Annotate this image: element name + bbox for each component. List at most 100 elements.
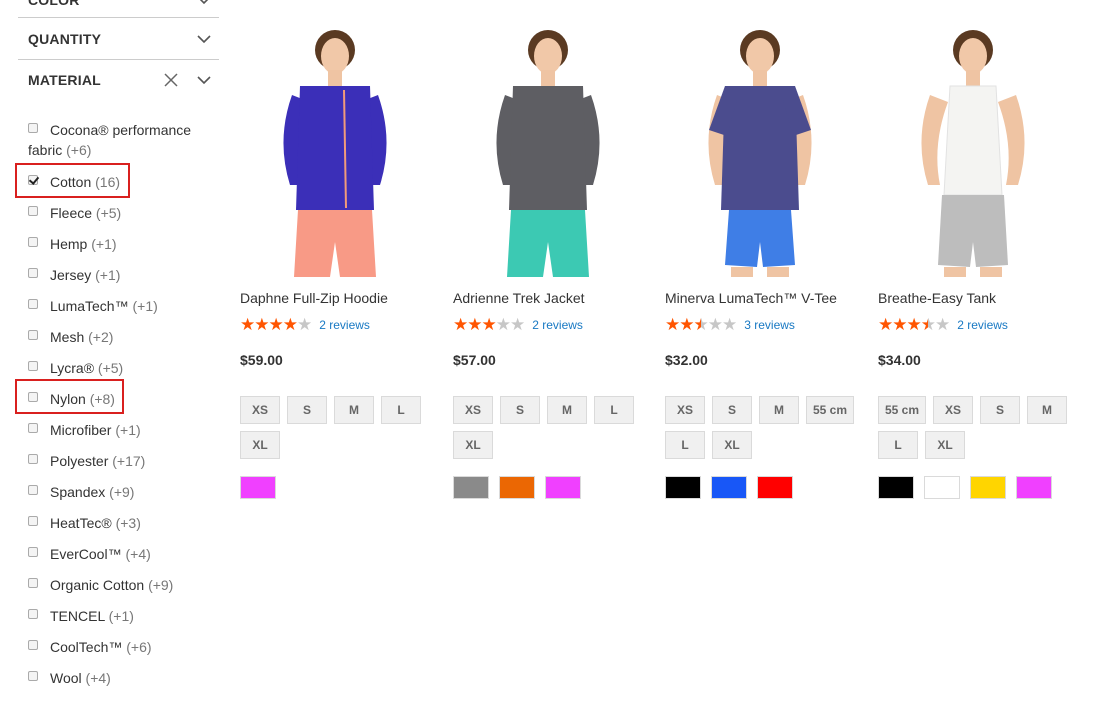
material-option[interactable]: Organic Cotton (+9) xyxy=(28,575,173,595)
material-option-count: (+5) xyxy=(97,360,124,376)
chevron-down-icon[interactable] xyxy=(197,34,211,44)
checkbox[interactable] xyxy=(28,609,38,619)
filter-material[interactable]: MATERIAL xyxy=(18,60,219,100)
size-option[interactable]: XL xyxy=(925,431,965,459)
filter-color[interactable]: COLOR xyxy=(18,0,219,18)
color-swatch[interactable] xyxy=(711,476,747,499)
model-photo xyxy=(878,20,1068,277)
checkbox[interactable] xyxy=(28,361,38,371)
checkbox[interactable] xyxy=(28,671,38,681)
material-option[interactable]: LumaTech™ (+1) xyxy=(28,296,158,316)
reviews-link[interactable]: 2 reviews xyxy=(532,318,583,332)
checkbox[interactable] xyxy=(28,423,38,433)
size-option[interactable]: M xyxy=(334,396,374,424)
product-rating: ★ ★ ★ ★ ★ 2 reviews xyxy=(878,316,1008,333)
color-swatch[interactable] xyxy=(499,476,535,499)
product-name[interactable]: Adrienne Trek Jacket xyxy=(453,290,585,306)
material-option[interactable]: Spandex (+9) xyxy=(28,482,134,502)
size-option[interactable]: XS xyxy=(933,396,974,424)
checkbox[interactable] xyxy=(28,299,38,309)
material-option[interactable]: Mesh (+2) xyxy=(28,327,113,347)
checkbox[interactable] xyxy=(28,485,38,495)
checkbox[interactable] xyxy=(28,516,38,526)
size-option[interactable]: XL xyxy=(240,431,280,459)
checkbox[interactable] xyxy=(28,547,38,557)
checkbox[interactable] xyxy=(28,123,38,133)
color-swatch[interactable] xyxy=(545,476,581,499)
filter-quantity[interactable]: QUANTITY xyxy=(18,18,219,60)
material-option[interactable]: Hemp (+1) xyxy=(28,234,117,254)
material-option[interactable]: Polyester (+17) xyxy=(28,451,145,471)
checkbox[interactable] xyxy=(28,206,38,216)
size-option[interactable]: 55 cm xyxy=(806,396,855,424)
color-swatch[interactable] xyxy=(970,476,1006,499)
product-name[interactable]: Daphne Full-Zip Hoodie xyxy=(240,290,388,306)
size-option[interactable]: XL xyxy=(453,431,493,459)
size-option[interactable]: L xyxy=(381,396,421,424)
checkbox[interactable] xyxy=(28,454,38,464)
size-option[interactable]: L xyxy=(665,431,705,459)
size-option[interactable]: 55 cm xyxy=(878,396,927,424)
material-option-name: Fleece xyxy=(50,205,93,221)
material-option-count: (+4) xyxy=(125,546,151,562)
size-options: XS S M 55 cm L XL xyxy=(665,396,865,459)
material-option-name: Jersey xyxy=(50,267,92,283)
size-option[interactable]: XS xyxy=(665,396,705,424)
reviews-link[interactable]: 3 reviews xyxy=(744,318,795,332)
close-icon[interactable] xyxy=(163,72,179,88)
chevron-down-icon[interactable] xyxy=(197,0,211,5)
size-option[interactable]: XL xyxy=(712,431,752,459)
material-option-count: (+1) xyxy=(91,236,117,252)
size-option[interactable]: L xyxy=(878,431,918,459)
chevron-down-icon[interactable] xyxy=(197,75,211,85)
color-swatch[interactable] xyxy=(665,476,701,499)
product-card[interactable]: Minerva LumaTech™ V-Tee ★ ★ ★ ★ ★ 3 reviews $32… xyxy=(665,20,855,499)
material-option[interactable]: CoolTech™ (+6) xyxy=(28,637,152,657)
product-image[interactable] xyxy=(665,20,855,277)
product-image[interactable] xyxy=(240,20,430,277)
color-swatch[interactable] xyxy=(453,476,489,499)
material-option[interactable]: Wool (+4) xyxy=(28,668,111,688)
size-option[interactable]: L xyxy=(594,396,634,424)
color-swatch[interactable] xyxy=(878,476,914,499)
material-option[interactable]: Fleece (+5) xyxy=(28,203,121,223)
material-option-name: Cocona® performance xyxy=(50,122,192,138)
highlight-cotton xyxy=(15,163,130,198)
color-swatch[interactable] xyxy=(1016,476,1052,499)
material-option-name: Organic Cotton xyxy=(50,577,145,593)
size-option[interactable]: XS xyxy=(240,396,280,424)
checkbox[interactable] xyxy=(28,237,38,247)
color-swatch[interactable] xyxy=(924,476,960,499)
reviews-link[interactable]: 2 reviews xyxy=(957,318,1008,332)
reviews-link[interactable]: 2 reviews xyxy=(319,318,370,332)
product-name[interactable]: Breathe-Easy Tank xyxy=(878,290,996,306)
checkbox[interactable] xyxy=(28,640,38,650)
material-option[interactable]: EverCool™ (+4) xyxy=(28,544,151,564)
checkbox[interactable] xyxy=(28,268,38,278)
size-option[interactable]: M xyxy=(759,396,799,424)
size-option[interactable]: S xyxy=(712,396,752,424)
size-option[interactable]: M xyxy=(1027,396,1068,424)
checkbox[interactable] xyxy=(28,330,38,340)
size-option[interactable]: XS xyxy=(453,396,493,424)
material-option[interactable]: HeatTec® (+3) xyxy=(28,513,141,533)
material-option[interactable]: Lycra® (+5) xyxy=(28,358,123,378)
color-swatch[interactable] xyxy=(240,476,276,499)
material-option[interactable]: Jersey (+1) xyxy=(28,265,120,285)
checkbox[interactable] xyxy=(28,578,38,588)
color-swatch[interactable] xyxy=(757,476,793,499)
material-option[interactable]: Microfiber (+1) xyxy=(28,420,141,440)
material-option[interactable]: Cocona® performance fabric (+6) xyxy=(28,120,220,160)
size-option[interactable]: M xyxy=(547,396,587,424)
size-option[interactable]: S xyxy=(287,396,327,424)
product-name[interactable]: Minerva LumaTech™ V-Tee xyxy=(665,290,837,306)
product-card[interactable]: Adrienne Trek Jacket ★ ★ ★ ★ ★ 2 reviews $57.00… xyxy=(453,20,643,499)
product-image[interactable] xyxy=(453,20,643,277)
product-image[interactable] xyxy=(878,20,1068,277)
size-option[interactable]: S xyxy=(500,396,540,424)
size-option[interactable]: S xyxy=(980,396,1021,424)
material-option-label: Microfiber (+1) xyxy=(50,420,141,440)
product-card[interactable]: Breathe-Easy Tank ★ ★ ★ ★ ★ 2 reviews $34.00 55 … xyxy=(878,20,1068,499)
product-card[interactable]: Daphne Full-Zip Hoodie ★ ★ ★ ★ ★ 2 reviews $59.… xyxy=(240,20,430,499)
material-option[interactable]: TENCEL (+1) xyxy=(28,606,134,626)
